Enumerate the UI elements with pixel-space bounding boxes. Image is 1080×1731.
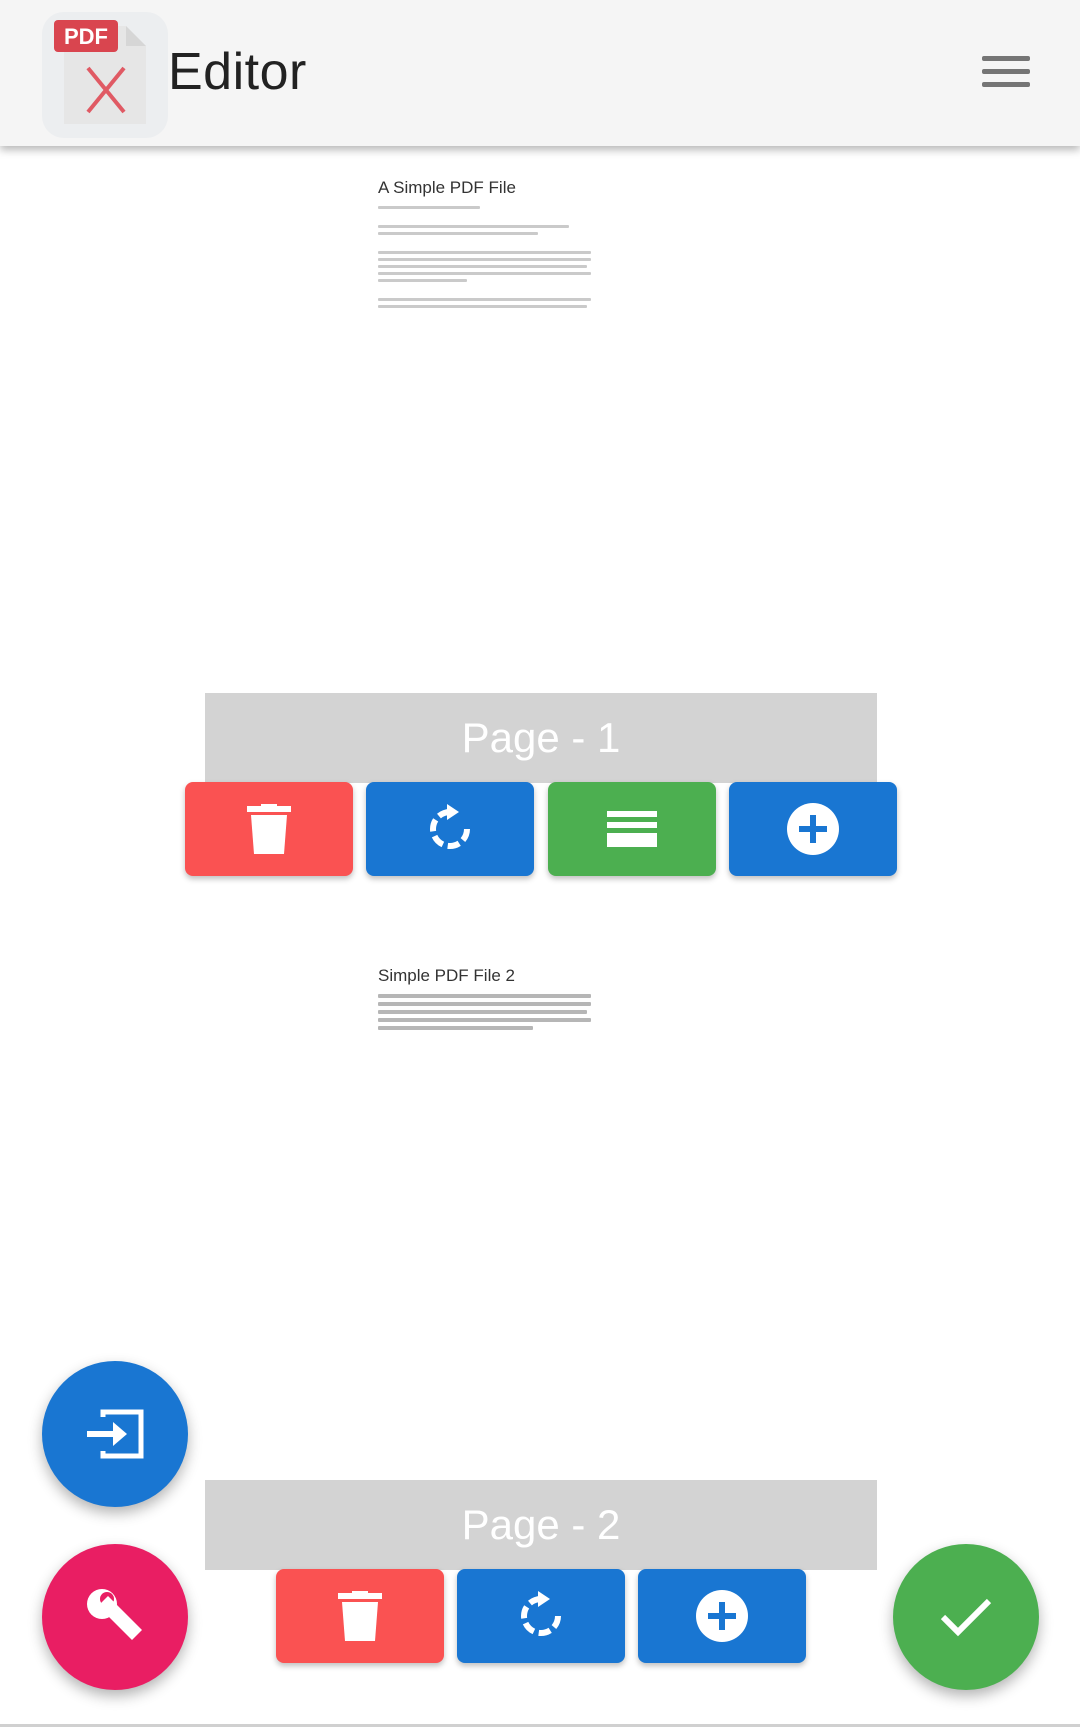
app-bar: PDF Editor xyxy=(0,0,1080,146)
add-page-button[interactable] xyxy=(729,782,897,876)
app-logo: PDF xyxy=(42,12,168,138)
preview-title: Simple PDF File 2 xyxy=(378,966,515,985)
import-fab[interactable] xyxy=(42,1361,188,1507)
rotate-page-button[interactable] xyxy=(366,782,534,876)
trash-icon xyxy=(247,804,291,854)
delete-page-button[interactable] xyxy=(276,1569,444,1663)
input-icon xyxy=(87,1409,144,1459)
hamburger-menu-icon xyxy=(982,56,1030,61)
add-circle-icon xyxy=(696,1590,748,1642)
confirm-fab[interactable] xyxy=(893,1544,1039,1690)
page-label: Page - 2 xyxy=(205,1480,877,1570)
tools-fab[interactable] xyxy=(42,1544,188,1690)
menu-button[interactable] xyxy=(982,52,1034,92)
svg-text:PDF: PDF xyxy=(64,24,108,49)
rotate-icon xyxy=(430,804,470,849)
page-preview[interactable]: A Simple PDF File xyxy=(378,178,600,312)
divider xyxy=(0,1724,1080,1727)
rotate-page-button[interactable] xyxy=(457,1569,625,1663)
add-circle-icon xyxy=(787,803,839,855)
check-icon xyxy=(940,1598,992,1637)
preview-title: A Simple PDF File xyxy=(378,178,516,197)
reorder-page-button[interactable] xyxy=(548,782,716,876)
reorder-icon xyxy=(607,811,657,847)
trash-icon xyxy=(338,1591,382,1641)
wrench-icon xyxy=(87,1589,142,1640)
delete-page-button[interactable] xyxy=(185,782,353,876)
add-page-button[interactable] xyxy=(638,1569,806,1663)
page-title: Editor xyxy=(168,43,307,101)
page-label: Page - 1 xyxy=(205,693,877,783)
pdf-x-logo-icon: PDF xyxy=(54,20,146,124)
page-preview[interactable]: Simple PDF File 2 xyxy=(378,966,600,1034)
rotate-icon xyxy=(521,1591,561,1636)
